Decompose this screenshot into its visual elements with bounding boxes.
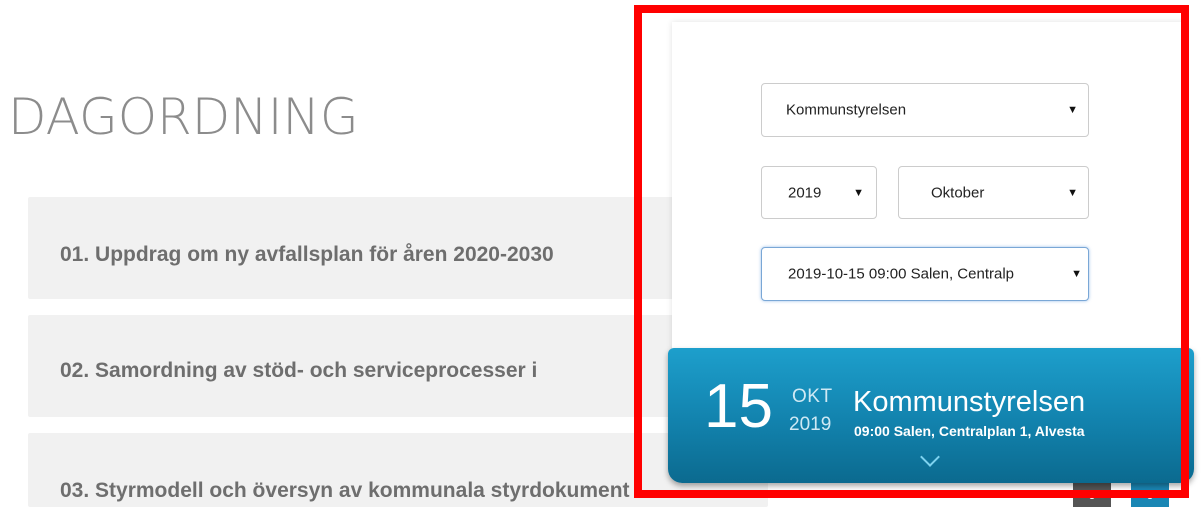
- agenda-item-label: 02. Samordning av stöd- och serviceproce…: [60, 359, 538, 382]
- agenda-item-label: 01. Uppdrag om ny avfallsplan för åren 2…: [60, 243, 554, 266]
- agenda-item-label: 03. Styrmodell och översyn av kommunala …: [60, 479, 630, 502]
- page-title: DAGORDNING: [8, 88, 359, 146]
- highlight-box: [634, 5, 1189, 498]
